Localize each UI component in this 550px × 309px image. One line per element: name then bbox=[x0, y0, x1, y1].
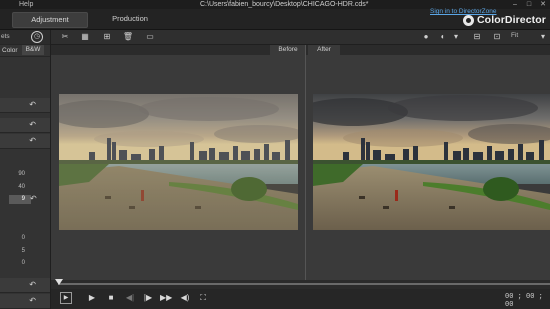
section-header[interactable]: ↶ bbox=[0, 118, 50, 133]
fullscreen-icon[interactable]: ⛶ bbox=[197, 292, 209, 304]
slider-value-field[interactable] bbox=[9, 195, 31, 204]
reset-icon[interactable]: ↶ bbox=[29, 120, 36, 129]
slider-value[interactable]: 0 bbox=[22, 235, 25, 241]
bw-tab[interactable]: B&W bbox=[22, 45, 44, 55]
loop-icon[interactable]: ▶ bbox=[60, 292, 72, 304]
previous-frame-icon[interactable]: ◀| bbox=[124, 292, 136, 304]
panel-header: ets ◷ bbox=[0, 30, 50, 45]
color-mode-row: Color B&W bbox=[0, 44, 50, 57]
before-label: Before bbox=[270, 45, 306, 55]
color-picker-icon[interactable]: ● bbox=[420, 32, 432, 42]
tab-adjustment[interactable]: Adjustment bbox=[12, 12, 88, 28]
compare-divider[interactable] bbox=[305, 45, 306, 280]
mode-bar: Adjustment Production Sign in to Directo… bbox=[0, 8, 550, 30]
adjustment-panel: ets ◷ Color B&W ↶ ↶ ↶ 90 40 9 ↶ 0 5 0 ↶ … bbox=[0, 30, 51, 309]
menu-help[interactable]: Help bbox=[19, 0, 33, 9]
window-title: C:\Users\fabien_bourcy\Desktop\CHICAGO-H… bbox=[200, 1, 369, 8]
mask-icon[interactable]: ◐ bbox=[437, 32, 449, 42]
playhead-handle[interactable] bbox=[55, 279, 63, 285]
chevron-down-icon[interactable]: ▾ bbox=[450, 32, 462, 42]
play-icon[interactable]: ▶ bbox=[86, 292, 98, 304]
section-header[interactable]: ↶ bbox=[0, 134, 50, 149]
maximize-icon[interactable]: □ bbox=[524, 1, 534, 8]
brand-logo: ColorDirector bbox=[463, 14, 546, 26]
filmstrip-icon[interactable]: ▦ bbox=[79, 32, 91, 42]
minimize-icon[interactable]: – bbox=[510, 1, 520, 8]
adjust-icon[interactable]: ⊞ bbox=[101, 32, 113, 42]
tool-bar: ✂ ▦ ⊞ 🗑 ▭ ● ◐ ▾ ⊟ ⊡ Fit ▾ bbox=[51, 30, 550, 45]
window-controls: – □ ✕ bbox=[510, 0, 548, 9]
before-photo-image bbox=[59, 94, 298, 230]
slider-value[interactable]: 9 bbox=[22, 196, 25, 202]
close-icon[interactable]: ✕ bbox=[538, 1, 548, 8]
slider-value[interactable]: 40 bbox=[18, 184, 25, 190]
tab-production[interactable]: Production bbox=[98, 12, 162, 26]
tab-presets-fragment[interactable]: ets bbox=[1, 33, 10, 40]
reset-icon[interactable]: ↶ bbox=[29, 296, 36, 305]
slider-value[interactable]: 90 bbox=[18, 171, 25, 177]
reset-icon[interactable]: ↶ bbox=[29, 100, 36, 109]
colordirector-logo-icon bbox=[463, 14, 474, 26]
color-tab[interactable]: Color bbox=[2, 47, 18, 54]
after-photo bbox=[313, 94, 550, 230]
crop-icon[interactable]: ✂ bbox=[59, 32, 71, 42]
section-header[interactable]: ↶ bbox=[0, 294, 50, 309]
reset-icon[interactable]: ↶ bbox=[29, 136, 36, 145]
timecode: 00 ; 00 ; 00 bbox=[505, 293, 543, 309]
history-icon[interactable]: ◷ bbox=[31, 31, 43, 43]
zoom-select[interactable]: Fit bbox=[511, 32, 518, 39]
slider-value[interactable]: 0 bbox=[22, 260, 25, 266]
next-frame-icon[interactable]: |▶ bbox=[142, 292, 154, 304]
chevron-down-icon[interactable]: ▾ bbox=[537, 32, 549, 42]
reset-icon[interactable]: ↶ bbox=[29, 280, 36, 289]
reset-icon[interactable]: ↶ bbox=[30, 194, 37, 203]
section-header[interactable]: ↶ bbox=[0, 278, 50, 293]
delete-icon[interactable]: 🗑 bbox=[122, 32, 134, 42]
scrubber-track[interactable] bbox=[58, 283, 550, 285]
stop-icon[interactable]: ■ bbox=[105, 292, 117, 304]
fast-forward-icon[interactable]: ▶▶ bbox=[160, 292, 172, 304]
compare-icon[interactable]: ▭ bbox=[144, 32, 156, 42]
side-by-side-icon[interactable]: ⊡ bbox=[491, 32, 503, 42]
section-header[interactable]: ↶ bbox=[0, 98, 50, 113]
after-label: After bbox=[308, 45, 340, 55]
slider-value[interactable]: 5 bbox=[22, 248, 25, 254]
after-photo-image bbox=[313, 94, 550, 230]
volume-icon[interactable]: ◀) bbox=[179, 292, 191, 304]
split-view-icon[interactable]: ⊟ bbox=[471, 32, 483, 42]
before-photo bbox=[59, 94, 298, 230]
brand-name: ColorDirector bbox=[477, 14, 546, 26]
